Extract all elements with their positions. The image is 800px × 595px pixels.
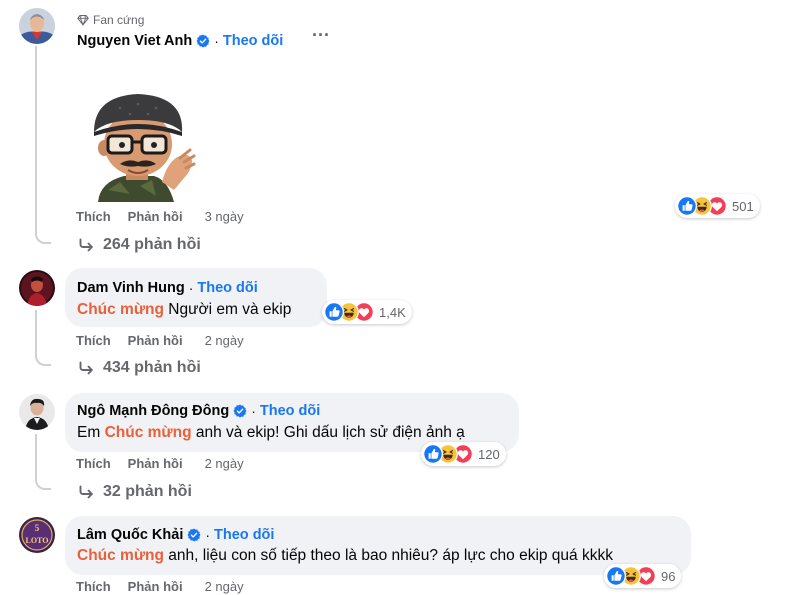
reply-button[interactable]: Phản hồi (128, 209, 183, 224)
reaction-count: 96 (661, 568, 676, 584)
verified-icon (187, 528, 201, 542)
like-button[interactable]: Thích (76, 209, 111, 224)
timestamp[interactable]: 2 ngày (205, 333, 244, 348)
separator-dot: · (251, 403, 256, 419)
thread-connector (35, 224, 51, 244)
replies-count: 264 phản hồi (103, 236, 201, 253)
reaction-count: 120 (478, 446, 500, 462)
avatar[interactable]: 5 LOTO (19, 517, 55, 553)
comment-body-prefix: Em (77, 424, 105, 441)
reaction-count: 501 (732, 198, 754, 214)
comment-author[interactable]: Ngô Mạnh Đông Đông (77, 403, 229, 419)
comment-body: anh và ekip! Ghi dấu lịch sử điện ảnh ạ (191, 424, 465, 441)
comment-author[interactable]: Dam Vinh Hung (77, 280, 185, 296)
like-icon (606, 566, 626, 586)
timestamp[interactable]: 2 ngày (205, 579, 244, 594)
reaction-count: 1,4K (379, 304, 406, 320)
fan-badge-label: Fan cứng (93, 13, 145, 27)
reply-button[interactable]: Phản hồi (128, 456, 183, 471)
comment-text: Em Chúc mừng anh và ekip! Ghi dấu lịch s… (77, 424, 465, 442)
like-button[interactable]: Thích (76, 579, 111, 594)
avatar-logo-number: 5 (35, 523, 40, 533)
separator-dot: · (188, 280, 194, 296)
comment-body: anh, liệu con số tiếp theo là bao nhiêu?… (164, 547, 613, 564)
diamond-icon (77, 14, 89, 26)
avatar[interactable] (19, 270, 55, 306)
reply-arrow-icon (78, 237, 94, 253)
more-options-icon[interactable]: ... (312, 20, 330, 41)
timestamp[interactable]: 3 ngày (205, 209, 244, 224)
like-icon (677, 196, 697, 216)
highlight-text: Chúc mừng (104, 424, 192, 441)
like-icon (423, 444, 443, 464)
thread-line (35, 46, 37, 236)
like-button[interactable]: Thích (76, 456, 111, 471)
highlight-text: Chúc mừng (77, 301, 164, 318)
verified-icon (196, 34, 210, 48)
reply-arrow-icon (78, 484, 94, 500)
avatar-sticker (80, 90, 196, 202)
comment-body: Người em và ekip (164, 301, 292, 318)
view-replies-link[interactable]: 264 phản hồi (78, 236, 201, 254)
separator-dot: · (205, 527, 211, 543)
follow-button[interactable]: Theo dõi (214, 527, 274, 543)
avatar[interactable] (19, 8, 55, 44)
view-replies-link[interactable]: 32 phản hồi (78, 483, 192, 501)
reply-button[interactable]: Phản hồi (128, 333, 183, 348)
comment-text: Chúc mừng anh, liệu con số tiếp theo là … (77, 547, 613, 565)
reaction-summary[interactable]: 96 (604, 564, 682, 588)
avatar[interactable] (19, 394, 55, 430)
like-button[interactable]: Thích (76, 333, 111, 348)
verified-icon (233, 404, 247, 418)
comment-author[interactable]: Lâm Quốc Khải (77, 527, 183, 543)
avatar-logo-text: LOTO (26, 536, 49, 545)
thread-connector (35, 470, 51, 490)
follow-button[interactable]: Theo dõi (223, 33, 283, 49)
reaction-summary[interactable]: 1,4K (322, 300, 412, 324)
reply-button[interactable]: Phản hồi (128, 579, 183, 594)
follow-button[interactable]: Theo dõi (197, 280, 257, 296)
separator-dot: · (214, 33, 219, 49)
comment-text: Chúc mừng Người em và ekip (77, 301, 291, 319)
reaction-summary[interactable]: 501 (675, 194, 760, 218)
reaction-summary[interactable]: 120 (421, 442, 506, 466)
thread-connector (35, 346, 51, 366)
replies-count: 434 phản hồi (103, 359, 201, 376)
view-replies-link[interactable]: 434 phản hồi (78, 359, 201, 377)
like-icon (324, 302, 344, 322)
highlight-text: Chúc mừng (77, 547, 164, 564)
follow-button[interactable]: Theo dõi (260, 403, 320, 419)
comment-author[interactable]: Nguyen Viet Anh (77, 33, 192, 49)
reply-arrow-icon (78, 360, 94, 376)
comment-bubble (65, 516, 691, 575)
fan-badge: Fan cứng (77, 13, 144, 27)
replies-count: 32 phản hồi (103, 483, 192, 500)
timestamp[interactable]: 2 ngày (205, 456, 244, 471)
